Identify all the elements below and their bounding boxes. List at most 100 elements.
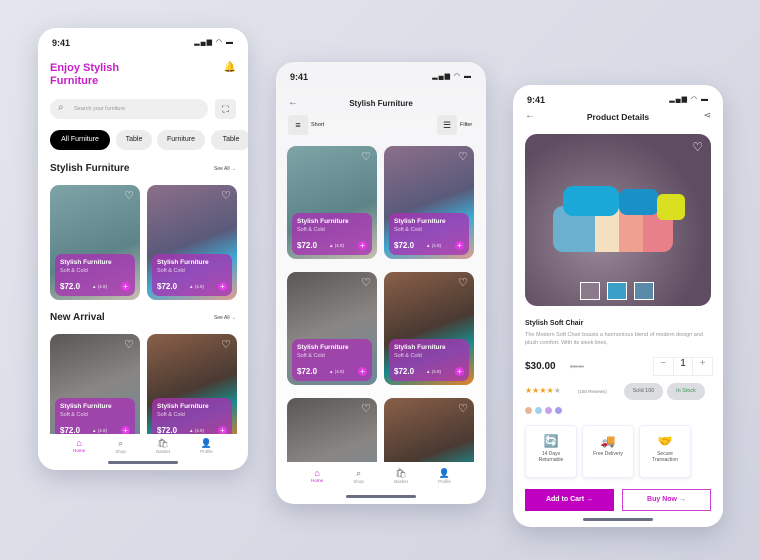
product-card[interactable]: ♡ Stylish Furniture Soft & Cold $72.0 ▲ … (384, 272, 474, 385)
search-input[interactable]: ⌕ Search your furniture (50, 99, 208, 119)
product-card[interactable]: ♡ Stylish Furniture Soft & Cold $72.0 ▲ … (50, 185, 140, 300)
chip-furniture[interactable]: Furniture (157, 130, 205, 150)
decrease-button[interactable]: − (654, 358, 673, 375)
add-button[interactable]: + (218, 282, 227, 291)
card-subtitle: Soft & Cold (297, 353, 325, 359)
sort-button[interactable]: Short (311, 122, 324, 128)
nav-label: Home (311, 478, 324, 483)
product-card[interactable]: ♡ Stylish Furniture Soft & Cold $72.0 ▲ … (50, 334, 140, 444)
card-info: Stylish Furniture Soft & Cold $72.0 ▲ (4… (55, 254, 135, 296)
add-button[interactable]: + (121, 282, 130, 291)
card-rating: ▲ (4.9) (329, 369, 344, 374)
review-count[interactable]: (150 Reviews) (578, 389, 607, 394)
card-subtitle: Soft & Cold (60, 268, 88, 274)
add-button[interactable]: + (358, 241, 367, 250)
home-indicator (346, 495, 416, 498)
nav-item-basket[interactable]: 🛍 Basket (394, 468, 408, 504)
filter-button[interactable]: Filter (460, 122, 472, 128)
thumbnail[interactable] (607, 282, 627, 300)
favorite-heart-icon[interactable]: ♡ (124, 189, 134, 202)
product-card[interactable]: ♡ Stylish Furniture Soft & Cold $72.0 ▲ … (147, 185, 237, 300)
product-image: ♡ (525, 134, 711, 306)
feature-card: 🤝 Secure Transaction (639, 425, 691, 478)
favorite-heart-icon[interactable]: ♡ (124, 338, 134, 351)
card-info: Stylish Furniture Soft & Cold $72.0 ▲ (4… (389, 339, 469, 381)
product-card[interactable]: ♡ Stylish Furniture Soft & Cold $72.0 ▲ … (147, 334, 237, 444)
nav-item-shop[interactable]: ⌕ Shop (353, 468, 364, 504)
add-button[interactable]: + (455, 367, 464, 376)
color-swatch[interactable] (525, 407, 532, 414)
color-swatch[interactable] (545, 407, 552, 414)
card-name: Stylish Furniture (60, 259, 112, 266)
chip-all-furniture[interactable]: All Furniture (50, 130, 110, 150)
product-card[interactable]: ♡ Stylish Furniture Soft & Cold $72.0 ▲ … (287, 146, 377, 259)
card-subtitle: Soft & Cold (157, 412, 185, 418)
favorite-heart-icon[interactable]: ♡ (361, 150, 371, 163)
product-description: The Modern Soft Chair boasts a harmoniou… (525, 332, 703, 346)
see-all-link[interactable]: See All → (214, 315, 236, 321)
notification-bell-icon[interactable]: 🔔 (224, 62, 236, 73)
favorite-heart-icon[interactable]: ♡ (221, 338, 231, 351)
card-rating: ▲ (4.9) (189, 284, 204, 289)
card-rating: ▲ (4.9) (189, 428, 204, 433)
nav-item-profile[interactable]: 👤 Profile (200, 438, 213, 470)
shop-icon: ⌕ (356, 468, 362, 478)
card-price: $72.0 (297, 241, 318, 250)
favorite-heart-icon[interactable]: ♡ (361, 402, 371, 415)
favorite-heart-icon[interactable]: ♡ (458, 276, 468, 289)
thumbnail[interactable] (580, 282, 600, 300)
card-price: $72.0 (157, 282, 178, 291)
favorite-heart-icon[interactable]: ♡ (692, 140, 703, 154)
section-title-stylish: Stylish Furniture (50, 163, 130, 174)
profile-icon: 👤 (200, 438, 213, 448)
nav-item-basket[interactable]: 🛍 Basket (156, 438, 170, 470)
feature-icon: 🔄 (543, 434, 559, 448)
filter-icon[interactable]: ☰ (437, 115, 457, 135)
color-swatch[interactable] (535, 407, 542, 414)
card-name: Stylish Furniture (157, 259, 209, 266)
product-card[interactable]: ♡ Stylish Furniture Soft & Cold $72.0 ▲ … (384, 146, 474, 259)
search-icon: ⌕ (58, 102, 64, 113)
see-all-link[interactable]: See All → (214, 166, 236, 172)
add-to-cart-button[interactable]: Add to Cart → (525, 489, 614, 511)
card-rating: ▲ (4.9) (426, 243, 441, 248)
card-price: $72.0 (297, 367, 318, 376)
nav-item-home[interactable]: ⌂ Home (311, 468, 323, 504)
add-button[interactable]: + (358, 367, 367, 376)
profile-icon: 👤 (438, 468, 451, 478)
chip-table[interactable]: Table (116, 130, 152, 150)
add-button[interactable]: + (455, 241, 464, 250)
favorite-heart-icon[interactable]: ♡ (458, 150, 468, 163)
card-subtitle: Soft & Cold (157, 268, 185, 274)
feature-icon: 🤝 (657, 434, 673, 448)
shop-icon: ⌕ (118, 438, 124, 448)
favorite-heart-icon[interactable]: ♡ (221, 189, 231, 202)
product-card[interactable]: ♡ Stylish Furniture Soft & Cold $72.0 ▲ … (287, 272, 377, 385)
nav-item-shop[interactable]: ⌕ Shop (115, 438, 126, 470)
old-price: $40.00 (570, 364, 584, 369)
card-subtitle: Soft & Cold (394, 227, 422, 233)
nav-label: Basket (156, 449, 170, 454)
increase-button[interactable]: + (693, 358, 712, 375)
favorite-heart-icon[interactable]: ♡ (458, 402, 468, 415)
features-row: 🔄 14 Days Returnable 🚚 Free Delivery 🤝 Secure… (525, 425, 691, 478)
share-icon[interactable]: ⋖ (703, 110, 711, 121)
scan-button[interactable]: ⛶ (215, 99, 236, 119)
chip-table-2[interactable]: Table (211, 130, 248, 150)
home-indicator (108, 461, 178, 464)
card-info: Stylish Furniture Soft & Cold $72.0 ▲ (4… (292, 213, 372, 255)
buy-now-button[interactable]: Buy Now → (622, 489, 711, 511)
card-price: $72.0 (60, 282, 81, 291)
card-rating: ▲ (4.9) (426, 369, 441, 374)
quantity-value[interactable]: 1 (672, 358, 694, 375)
nav-item-profile[interactable]: 👤 Profile (438, 468, 451, 504)
card-subtitle: Soft & Cold (394, 353, 422, 359)
nav-item-home[interactable]: ⌂ Home (73, 438, 85, 470)
nav-label: Shop (115, 449, 126, 454)
thumbnail[interactable] (634, 282, 654, 300)
sort-icon[interactable]: ≡ (288, 115, 308, 135)
rating-stars: ★★★★★ (525, 386, 561, 395)
feature-label: Secure Transaction (652, 451, 678, 463)
color-swatch[interactable] (555, 407, 562, 414)
favorite-heart-icon[interactable]: ♡ (361, 276, 371, 289)
